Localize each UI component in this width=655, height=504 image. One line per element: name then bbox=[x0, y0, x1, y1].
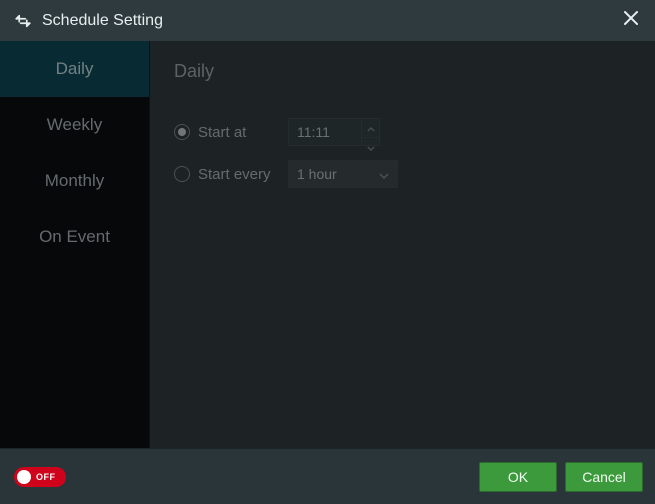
schedule-toggle[interactable]: OFF bbox=[14, 467, 66, 487]
start-at-label: Start at bbox=[198, 124, 280, 141]
dialog-body: Daily Weekly Monthly On Event Daily Star… bbox=[0, 41, 655, 448]
schedule-setting-dialog: Schedule Setting Daily Weekly Monthly On… bbox=[0, 0, 655, 504]
panel-heading: Daily bbox=[174, 61, 631, 82]
cancel-button[interactable]: Cancel bbox=[565, 462, 643, 492]
chevron-up-icon bbox=[367, 119, 375, 137]
ok-button[interactable]: OK bbox=[479, 462, 557, 492]
sidebar: Daily Weekly Monthly On Event bbox=[0, 41, 150, 448]
time-step-down[interactable] bbox=[362, 137, 379, 156]
titlebar: Schedule Setting bbox=[0, 0, 655, 41]
tab-monthly[interactable]: Monthly bbox=[0, 153, 149, 209]
tab-daily[interactable]: Daily bbox=[0, 41, 149, 97]
tab-weekly[interactable]: Weekly bbox=[0, 97, 149, 153]
dialog-title: Schedule Setting bbox=[42, 12, 619, 30]
radio-dot-icon bbox=[178, 128, 186, 136]
start-every-select[interactable]: 1 hour bbox=[288, 160, 398, 188]
tab-on-event[interactable]: On Event bbox=[0, 209, 149, 265]
start-at-time-input[interactable] bbox=[289, 119, 361, 145]
tab-label: Daily bbox=[56, 59, 94, 79]
tab-label: Weekly bbox=[47, 115, 102, 135]
start-every-label: Start every bbox=[198, 166, 280, 183]
start-at-time-field bbox=[288, 118, 380, 146]
close-icon bbox=[623, 10, 639, 31]
start-at-radio[interactable] bbox=[174, 124, 190, 140]
chevron-down-icon bbox=[379, 166, 389, 182]
time-spinner bbox=[361, 119, 379, 145]
select-value: 1 hour bbox=[297, 166, 337, 182]
tab-label: Monthly bbox=[45, 171, 105, 191]
toggle-knob-icon bbox=[17, 470, 31, 484]
time-step-up[interactable] bbox=[362, 119, 379, 137]
footer: OFF OK Cancel bbox=[0, 448, 655, 504]
start-at-row: Start at bbox=[174, 118, 631, 146]
daily-panel: Daily Start at bbox=[150, 41, 655, 448]
chevron-down-icon bbox=[367, 138, 375, 156]
start-every-row: Start every 1 hour bbox=[174, 160, 631, 188]
toggle-label: OFF bbox=[36, 472, 56, 482]
start-every-radio[interactable] bbox=[174, 166, 190, 182]
tab-label: On Event bbox=[39, 227, 110, 247]
close-button[interactable] bbox=[619, 9, 643, 33]
button-label: Cancel bbox=[582, 469, 626, 485]
button-label: OK bbox=[508, 469, 528, 485]
swap-arrows-icon bbox=[14, 12, 32, 30]
